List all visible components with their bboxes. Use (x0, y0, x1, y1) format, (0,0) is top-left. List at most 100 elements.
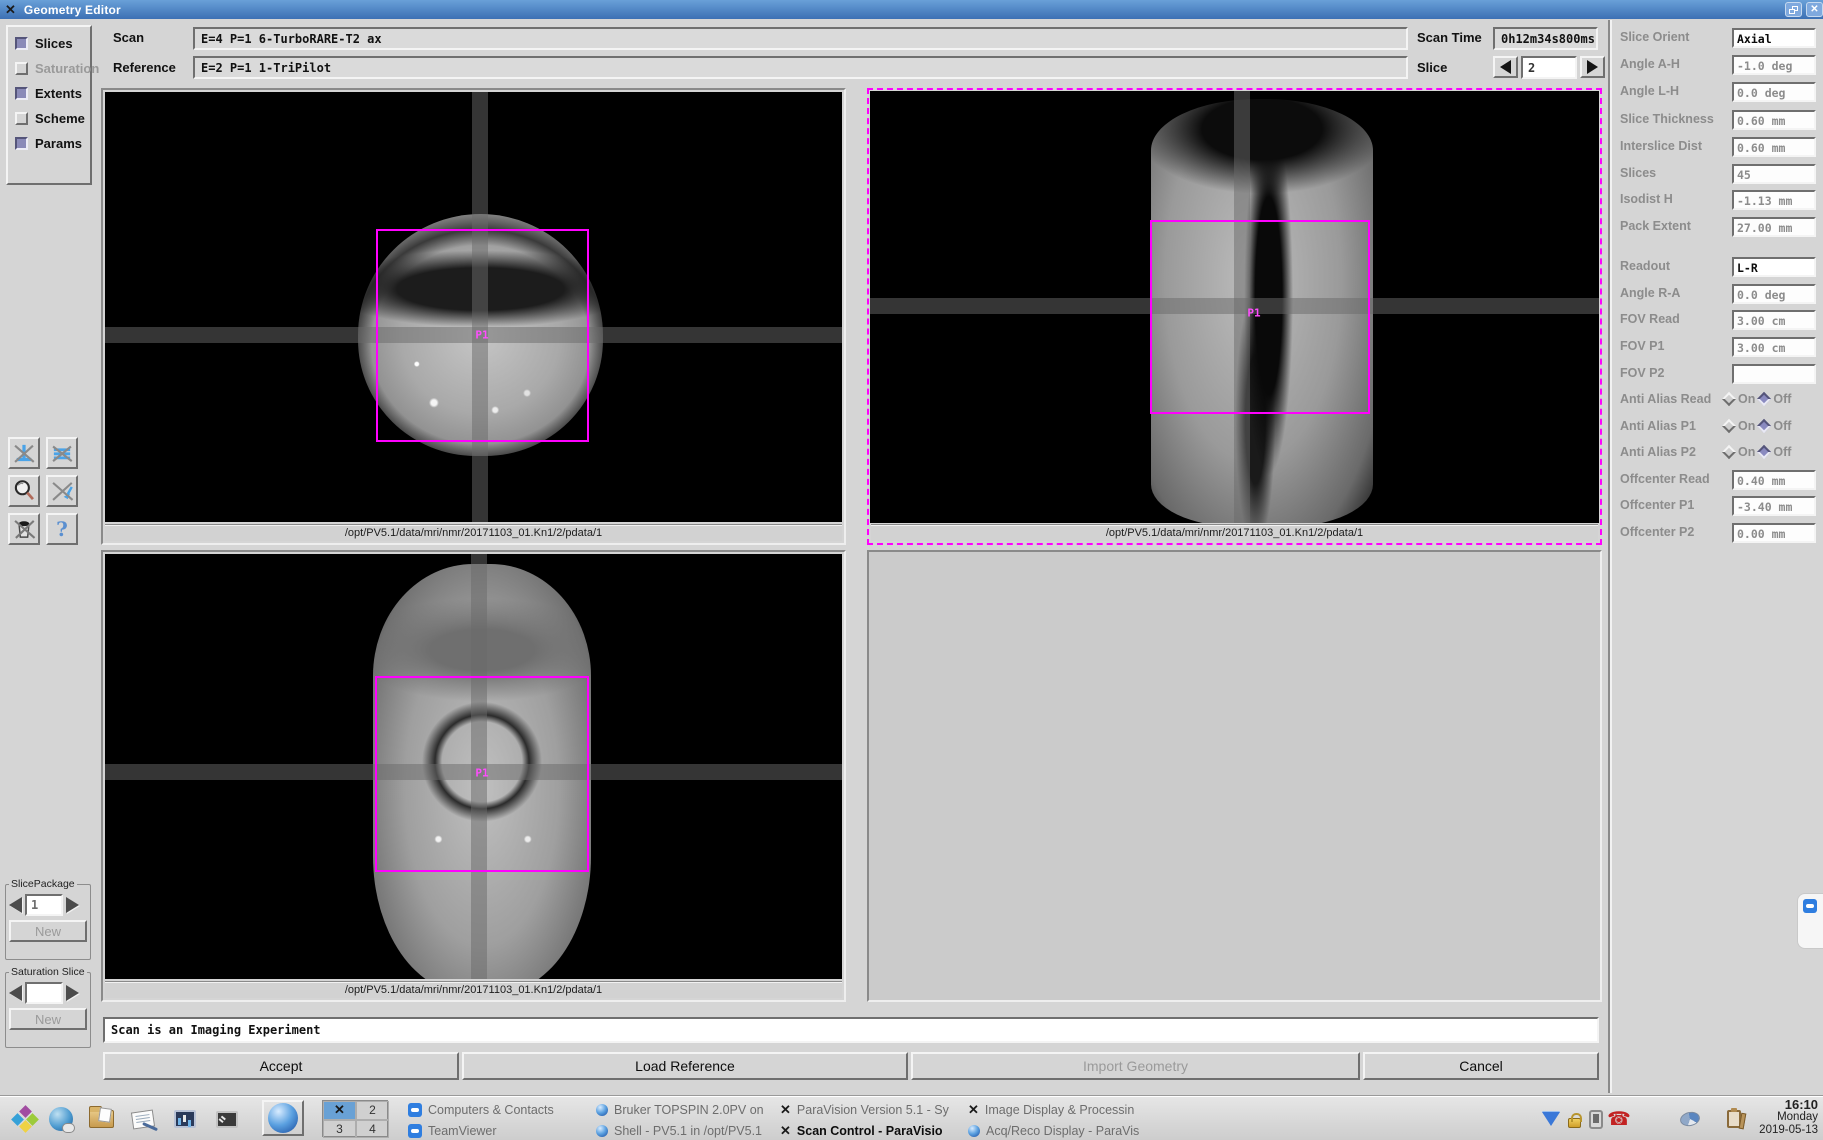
tray-disk-usage[interactable] (1676, 1104, 1704, 1134)
zoom-tool-button[interactable] (8, 475, 40, 507)
close-button[interactable]: ✕ (1806, 2, 1823, 17)
viewport-axial[interactable]: P1 /opt/PV5.1/data/mri/nmr/20171103_01.K… (101, 88, 846, 545)
package-next-button[interactable] (66, 897, 79, 913)
task-acq-reco-display[interactable]: Acq/Reco Display - ParaVis (968, 1121, 1158, 1140)
help-button[interactable]: ? (46, 513, 78, 545)
task-paravision-51[interactable]: ✕ ParaVision Version 5.1 - Sy (780, 1100, 962, 1119)
saturation-number-input[interactable] (25, 982, 63, 1004)
radio-on[interactable] (1722, 445, 1736, 459)
coronal-image-area[interactable]: P1 (105, 554, 842, 979)
tray-phone[interactable]: ☎ (1607, 1104, 1631, 1134)
viewport-sagittal[interactable]: P1 /opt/PV5.1/data/mri/nmr/20171103_01.K… (867, 88, 1602, 545)
param-label: Angle R-A (1620, 286, 1680, 300)
clock-day: Monday (1742, 1111, 1818, 1124)
edit-crossed-tool-button[interactable] (46, 475, 78, 507)
saturation-next-button[interactable] (66, 985, 79, 1001)
title-bar[interactable]: ✕ Geometry Editor (0, 0, 1823, 19)
toggle-slices[interactable]: Slices (15, 34, 90, 52)
slice-number-input[interactable]: 2 (1521, 56, 1577, 79)
package-number-input[interactable]: 1 (25, 894, 63, 916)
load-reference-button[interactable]: Load Reference (462, 1052, 908, 1080)
param-field: 0.60 mm (1732, 137, 1816, 157)
param-anti-alias-read: Anti Alias Read On Off (1612, 390, 1823, 410)
file-manager-launcher[interactable] (86, 1104, 116, 1134)
task-image-display[interactable]: ✕ Image Display & Processin (968, 1100, 1158, 1119)
tray-device[interactable] (1585, 1104, 1607, 1134)
param-angle-ra: Angle R-A 0.0 deg (1612, 284, 1823, 304)
x-window-icon: ✕ (968, 1104, 979, 1116)
hide-slice-stack-tool-button[interactable] (46, 437, 78, 469)
hide-slice-position-tool-button[interactable] (8, 437, 40, 469)
clock-time: 16:10 (1742, 1098, 1818, 1111)
param-label: FOV P1 (1620, 339, 1664, 353)
param-field: 0.00 mm (1732, 523, 1816, 543)
slice-label: Slice (1417, 60, 1447, 75)
toggle-scheme[interactable]: Scheme (15, 109, 90, 127)
param-field: 3.00 cm (1732, 337, 1816, 357)
window-title: Geometry Editor (24, 3, 121, 17)
slice-next-button[interactable] (1580, 56, 1605, 78)
teamviewer-icon (408, 1124, 422, 1138)
radio-off[interactable] (1757, 445, 1771, 459)
clipboard-icon (1727, 1110, 1741, 1128)
scan-time-label: Scan Time (1417, 30, 1482, 45)
office-launcher[interactable] (170, 1104, 200, 1134)
delete-crossed-tool-button[interactable] (8, 513, 40, 545)
terminal-launcher[interactable] (212, 1104, 242, 1134)
radio-off[interactable] (1757, 392, 1771, 406)
paravision-launcher[interactable] (262, 1100, 304, 1136)
new-package-button[interactable]: New (9, 920, 87, 942)
axial-image-area[interactable]: P1 (105, 92, 842, 522)
sphere-icon (968, 1125, 980, 1137)
slice-marker: P1 (475, 329, 488, 342)
web-browser-launcher[interactable] (46, 1104, 76, 1134)
sphere-icon (596, 1125, 608, 1137)
task-scan-control[interactable]: ✕ Scan Control - ParaVisio (780, 1121, 962, 1140)
centos-menu-button[interactable] (10, 1104, 40, 1134)
workspace-3[interactable]: 3 (323, 1120, 356, 1139)
task-shell-pv51[interactable]: Shell - PV5.1 in /opt/PV5.1 (596, 1121, 774, 1140)
task-bruker-topspin[interactable]: Bruker TOPSPIN 2.0PV on (596, 1100, 774, 1119)
workspace-4[interactable]: 4 (356, 1120, 389, 1139)
task-teamviewer[interactable]: TeamViewer (408, 1121, 584, 1140)
centos-icon (13, 1107, 37, 1131)
slice-orient-button[interactable]: Axial (1732, 28, 1816, 48)
restore-button[interactable] (1785, 2, 1802, 17)
toggle-params[interactable]: Params (15, 134, 90, 152)
sagittal-image-area[interactable]: P1 (870, 91, 1599, 523)
new-saturation-button[interactable]: New (9, 1008, 87, 1030)
accept-button[interactable]: Accept (103, 1052, 459, 1080)
workspace-1[interactable]: ✕ (323, 1101, 356, 1120)
package-prev-button[interactable] (9, 897, 22, 913)
reference-label: Reference (113, 60, 176, 75)
radio-on[interactable] (1722, 392, 1736, 406)
tray-updates[interactable] (1538, 1104, 1564, 1134)
toggle-extents[interactable]: Extents (15, 84, 90, 102)
viewport-empty (867, 550, 1602, 1002)
terminal-icon (216, 1111, 238, 1128)
text-editor-launcher[interactable] (128, 1104, 158, 1134)
radio-off-label: Off (1773, 392, 1791, 406)
teamviewer-dock-handle[interactable] (1797, 893, 1823, 949)
clock[interactable]: 16:10 Monday 2019-05-13 (1742, 1098, 1818, 1138)
tray-lock[interactable] (1563, 1104, 1585, 1134)
param-isodist-h: Isodist H -1.13 mm (1612, 190, 1823, 210)
toggle-label: Scheme (35, 111, 85, 126)
saturation-prev-button[interactable] (9, 985, 22, 1001)
radio-on[interactable] (1722, 419, 1736, 433)
globe-icon (49, 1107, 73, 1131)
slice-prev-button[interactable] (1493, 56, 1518, 78)
workspace-2[interactable]: 2 (356, 1101, 389, 1120)
readout-button[interactable]: L-R (1732, 257, 1816, 277)
param-pack-extent: Pack Extent 27.00 mm (1612, 217, 1823, 237)
param-field: -3.40 mm (1732, 496, 1816, 516)
cancel-button[interactable]: Cancel (1363, 1052, 1599, 1080)
window-menu-icon[interactable]: ✕ (5, 0, 16, 19)
param-readout: Readout L-R (1612, 257, 1823, 277)
sphere-icon (596, 1104, 608, 1116)
task-computers-contacts[interactable]: Computers & Contacts (408, 1100, 584, 1119)
radio-off[interactable] (1757, 419, 1771, 433)
viewport-coronal[interactable]: P1 /opt/PV5.1/data/mri/nmr/20171103_01.K… (101, 550, 846, 1002)
restore-icon (1789, 6, 1798, 14)
padlock-icon (1568, 1118, 1581, 1128)
